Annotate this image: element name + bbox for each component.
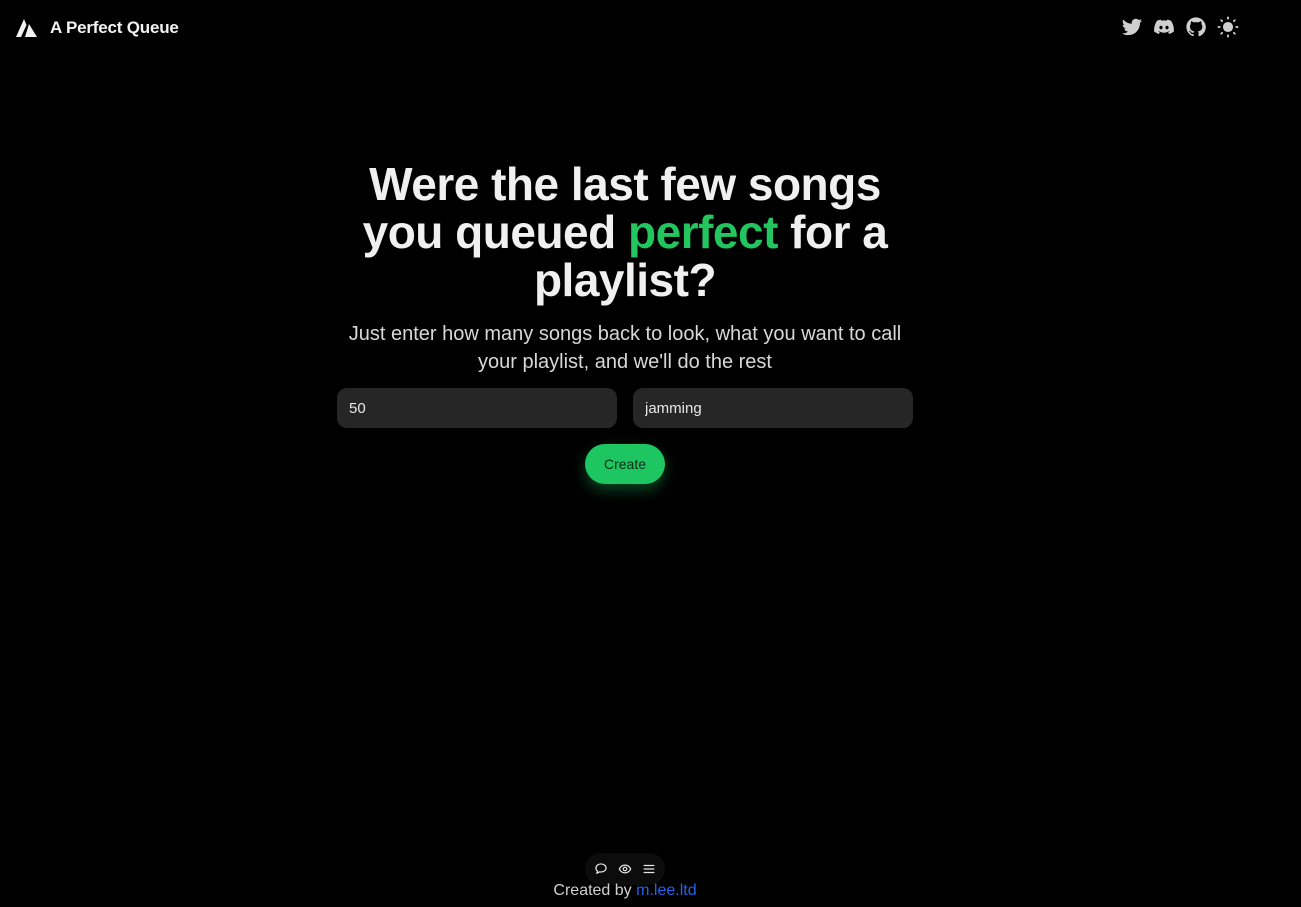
playlist-name-input[interactable]	[633, 388, 913, 428]
author-link[interactable]: m.lee.ltd	[636, 882, 696, 899]
hero: Were the last few songs you queued perfe…	[325, 160, 925, 376]
hero-title: Were the last few songs you queued perfe…	[325, 160, 925, 304]
hero-subtitle: Just enter how many songs back to look, …	[348, 323, 902, 373]
theme-toggle-icon[interactable]	[1217, 16, 1239, 38]
playlist-form	[337, 388, 913, 428]
create-button[interactable]: Create	[585, 444, 665, 484]
brand-name: A Perfect Queue	[50, 18, 179, 37]
song-count-input[interactable]	[337, 388, 617, 428]
hero-title-accent: perfect	[628, 206, 778, 258]
header-icons	[1121, 16, 1239, 38]
footer: Created by m.lee.ltd	[0, 882, 1250, 900]
discord-icon[interactable]	[1153, 16, 1175, 38]
twitter-icon[interactable]	[1121, 16, 1143, 38]
page: A Perfect Queue Were the last few songs …	[0, 0, 1301, 907]
github-icon[interactable]	[1185, 16, 1207, 38]
bottom-toolbar	[585, 853, 665, 885]
menu-icon[interactable]	[641, 861, 657, 877]
brand[interactable]: A Perfect Queue	[16, 16, 179, 40]
chat-bubble-icon[interactable]	[593, 861, 609, 877]
eye-icon[interactable]	[617, 861, 633, 877]
footer-prefix: Created by	[553, 882, 632, 899]
logo-icon	[16, 19, 37, 37]
